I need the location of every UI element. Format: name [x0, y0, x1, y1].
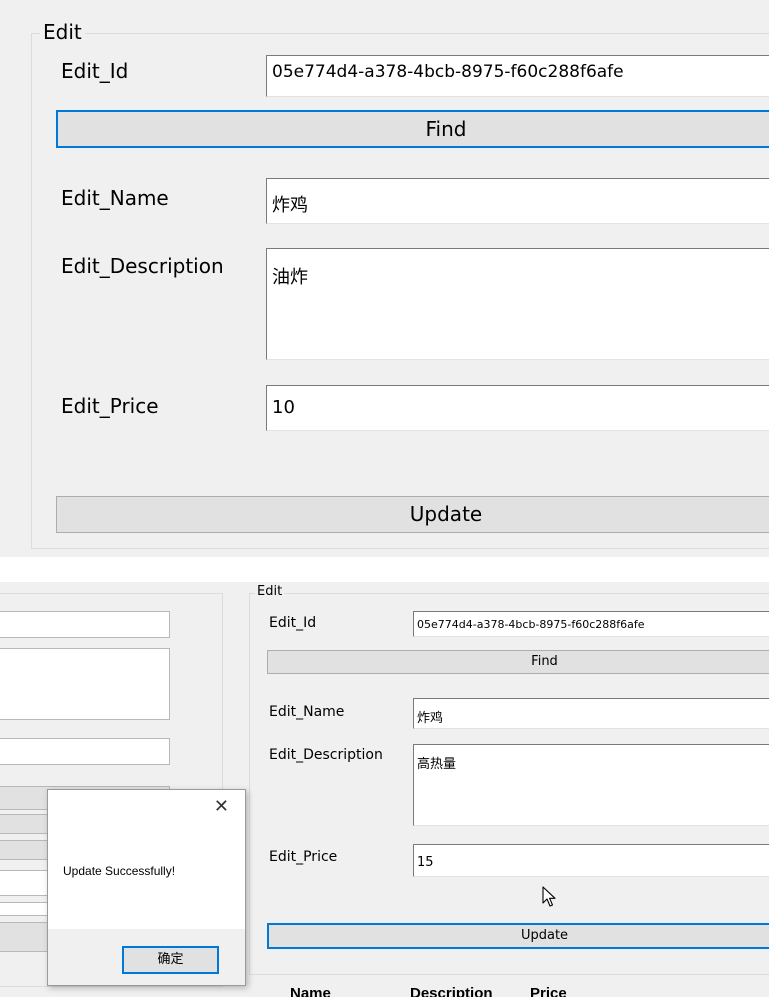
- edit-id-label-small: Edit_Id: [269, 615, 317, 631]
- edit-name-label: Edit_Name: [61, 186, 169, 210]
- ok-button[interactable]: 确定: [122, 946, 219, 974]
- zoomed-edit-panel: Edit Edit_Id 05e774d4-a378-4bcb-8975-f60…: [0, 0, 769, 557]
- edit-id-field-small[interactable]: 05e774d4-a378-4bcb-8975-f60c288f6afe: [413, 611, 769, 637]
- dialog-footer: 确定: [48, 929, 245, 985]
- edit-price-label: Edit_Price: [61, 394, 159, 418]
- edit-id-field[interactable]: 05e774d4-a378-4bcb-8975-f60c288f6afe: [266, 55, 769, 97]
- grid-header-description[interactable]: Description: [410, 985, 493, 997]
- edit-name-field[interactable]: 炸鸡: [266, 178, 769, 224]
- edit-description-field[interactable]: 油炸: [266, 248, 769, 360]
- edit-description-label: Edit_Description: [61, 254, 224, 278]
- edit-name-field-small[interactable]: 炸鸡: [413, 698, 769, 729]
- close-icon[interactable]: ✕: [214, 796, 229, 817]
- edit-description-field-small[interactable]: 高热量: [413, 744, 769, 826]
- message-dialog: ✕ Update Successfully! 确定: [47, 789, 246, 986]
- edit-groupbox-title-small: Edit: [255, 584, 285, 599]
- left-input-1[interactable]: [0, 611, 170, 638]
- find-button[interactable]: Find: [56, 110, 769, 148]
- edit-price-label-small: Edit_Price: [269, 849, 338, 865]
- arrow-cursor-icon: [542, 886, 556, 907]
- edit-description-label-small: Edit_Description: [269, 747, 383, 763]
- edit-price-field-small[interactable]: 15: [413, 844, 769, 877]
- find-button-small[interactable]: Find: [267, 650, 769, 674]
- left-input-2[interactable]: [0, 648, 170, 720]
- dialog-message: Update Successfully!: [63, 864, 176, 878]
- edit-name-label-small: Edit_Name: [269, 704, 345, 720]
- edit-id-label: Edit_Id: [61, 59, 129, 83]
- update-button-small[interactable]: Update: [267, 923, 769, 949]
- grid-header-price[interactable]: Price: [530, 985, 567, 997]
- edit-price-field[interactable]: 10: [266, 385, 769, 431]
- left-input-3[interactable]: [0, 738, 170, 765]
- grid-header-name[interactable]: Name: [290, 985, 331, 997]
- edit-groupbox-title: Edit: [40, 20, 85, 44]
- update-button[interactable]: Update: [56, 496, 769, 533]
